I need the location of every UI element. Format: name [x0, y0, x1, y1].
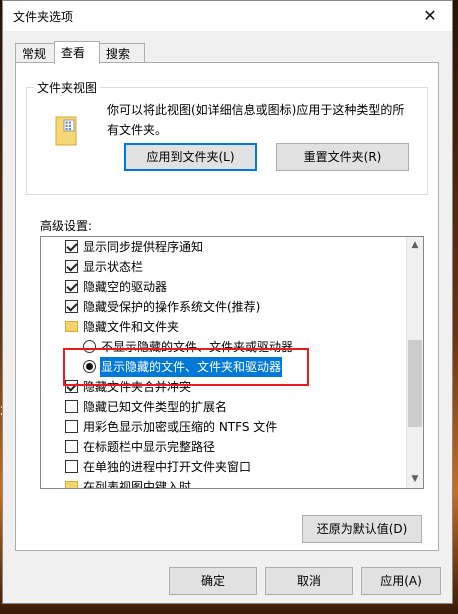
list-item-label: 隐藏文件和文件夹	[83, 320, 180, 334]
list-item-label: 显示状态栏	[83, 260, 144, 274]
folder-options-dialog: 文件夹选项 ✕ 常规 查看 搜索 文件夹视图 你可以将此视图(如详细信息或图标)…	[2, 0, 453, 604]
list-item-label: 隐藏受保护的操作系统文件(推荐)	[83, 300, 261, 314]
list-item-label: 显示同步提供程序通知	[83, 240, 204, 254]
tab-view[interactable]: 查看	[54, 41, 100, 64]
view-tab-panel: 文件夹视图 你可以将此视图(如详细信息或图标)应用于这种类型的所有文件夹。 应用…	[15, 62, 439, 551]
list-item-label: 在单独的进程中打开文件夹窗口	[83, 460, 252, 474]
checkbox[interactable]	[65, 460, 78, 473]
window-title: 文件夹选项	[13, 10, 74, 24]
checkbox[interactable]	[65, 440, 78, 453]
folder-icon	[65, 481, 78, 488]
advanced-settings-label: 高级设置:	[40, 219, 93, 233]
apply-to-folders-button[interactable]: 应用到文件夹(L)	[124, 143, 257, 171]
reset-folders-button[interactable]: 重置文件夹(R)	[276, 143, 409, 171]
list-item-label: 隐藏空的驱动器	[83, 280, 168, 294]
checkbox-checked[interactable]	[65, 260, 78, 273]
checkbox-checked[interactable]	[65, 280, 78, 293]
folder-icon	[65, 321, 78, 332]
list-item-label: 隐藏已知文件类型的扩展名	[83, 400, 228, 414]
red-highlight-box	[63, 348, 309, 386]
folder-view-icon	[55, 116, 77, 146]
list-item-label: 用彩色显示加密或压缩的 NTFS 文件	[83, 420, 278, 434]
tab-search[interactable]: 搜索	[99, 43, 145, 63]
folder-views-description: 你可以将此视图(如详细信息或图标)应用于这种类型的所有文件夹。	[107, 103, 405, 137]
close-button[interactable]: ✕	[408, 1, 452, 31]
apply-button[interactable]: 应用(A)	[361, 567, 441, 595]
title-bar: 文件夹选项 ✕	[3, 1, 452, 31]
checkbox[interactable]	[65, 420, 78, 433]
checkbox[interactable]	[65, 400, 78, 413]
scroll-up-arrow-icon[interactable]: ▲	[407, 237, 423, 254]
restore-defaults-button[interactable]: 还原为默认值(D)	[302, 515, 422, 543]
checkbox-checked[interactable]	[65, 240, 78, 253]
cancel-button[interactable]: 取消	[265, 567, 353, 595]
tab-general[interactable]: 常规	[15, 43, 55, 63]
folder-views-group: 文件夹视图 你可以将此视图(如详细信息或图标)应用于这种类型的所有文件夹。 应用…	[26, 79, 428, 195]
scroll-down-arrow-icon[interactable]: ▼	[407, 471, 423, 488]
scrollbar-thumb[interactable]	[408, 340, 422, 427]
list-item-label: 在标题栏中显示完整路径	[83, 440, 216, 454]
folder-views-label: 文件夹视图	[34, 79, 101, 96]
list-item-label: 在列表视图中键入时	[83, 480, 192, 489]
checkbox-checked[interactable]	[65, 300, 78, 313]
list-scrollbar[interactable]: ▲ ▼	[406, 237, 423, 488]
ok-button[interactable]: 确定	[169, 567, 257, 595]
